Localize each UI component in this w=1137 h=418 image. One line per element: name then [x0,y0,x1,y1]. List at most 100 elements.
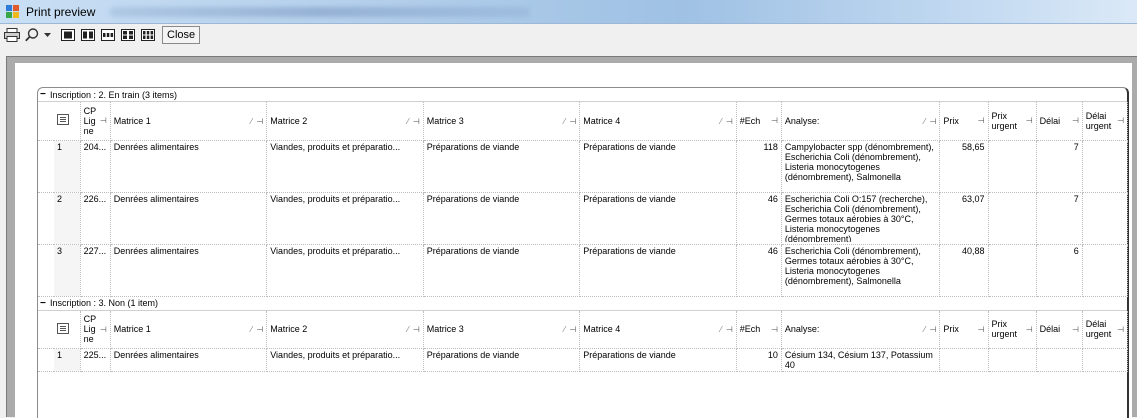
cell-analyse: Césium 134, Césium 137, Potassium 40 [781,348,941,372]
table-row[interactable]: 1 225... Denrées alimentaires Viandes, p… [38,348,1129,372]
pin-icon[interactable]: ⊣ [256,117,263,126]
row-number: 1 [54,348,81,372]
table-row[interactable]: 1 204... Denrées alimentaires Viandes, p… [38,140,1129,193]
row-number: 1 [54,140,81,193]
preview-area[interactable]: − Inscription : 2. En train (3 items) CP… [6,56,1137,418]
cell-matrice3: Préparations de viande [423,140,581,193]
column-header-row: CP Lig ne ⊣ Matrice 1 ⁄ ⊣ Matrice 2 ⁄ ⊣ Matri… [38,310,1129,349]
cell-matrice2: Viandes, produits et préparatio... [266,244,424,297]
cell-prix-urgent [988,348,1037,372]
title-bar: Print preview [0,0,1137,24]
column-header-row: CP Lig ne ⊣ Matrice 1 ⁄ ⊣ Matrice 2 ⁄ ⊣ Matri… [38,102,1129,141]
pin-icon[interactable]: ⊣ [1072,325,1079,334]
cell-matrice4: Préparations de viande [579,348,737,372]
pin-icon[interactable]: ⊣ [413,117,420,126]
col-header-nech[interactable]: #Ech ⊣ [736,310,782,349]
col-header-nech[interactable]: #Ech ⊣ [736,102,782,141]
column-chooser-icon[interactable] [57,114,70,126]
print-button[interactable] [3,26,21,44]
pin-icon[interactable]: ⊣ [771,116,778,125]
col-header-prix[interactable]: Prix ⊣ [939,310,989,349]
preview-page: − Inscription : 2. En train (3 items) CP… [15,63,1132,418]
col-header-prix[interactable]: Prix ⊣ [939,102,989,141]
pin-icon[interactable]: ⊣ [256,325,263,334]
cell-delai: 6 [1036,244,1083,297]
close-button[interactable]: Close [162,26,201,44]
zoom-button[interactable] [23,26,41,44]
col-header-matrice4[interactable]: Matrice 4 ⁄ ⊣ [579,310,737,349]
cell-prix: 40,88 [939,244,989,297]
col-header-cp[interactable]: CP Lig ne ⊣ [80,310,111,349]
table-row[interactable]: 3 227... Denrées alimentaires Viandes, p… [38,244,1129,297]
group-header[interactable]: − Inscription : 2. En train (3 items) [38,88,1127,102]
cell-matrice2: Viandes, produits et préparatio... [266,140,424,193]
one-page-icon [61,29,75,41]
col-header-matrice4[interactable]: Matrice 4 ⁄ ⊣ [579,102,737,141]
table-row[interactable]: 2 226... Denrées alimentaires Viandes, p… [38,192,1129,245]
one-page-button[interactable] [59,26,77,44]
pin-icon[interactable]: ⊣ [569,117,576,126]
col-header-matrice2[interactable]: Matrice 2 ⁄ ⊣ [266,310,424,349]
print-icon [4,28,20,42]
column-chooser-header[interactable] [54,310,81,349]
col-header-matrice2[interactable]: Matrice 2 ⁄ ⊣ [266,102,424,141]
collapse-icon[interactable]: − [40,298,50,309]
pin-icon[interactable]: ⊣ [413,325,420,334]
four-pages-button[interactable] [119,26,137,44]
group-header[interactable]: − Inscription : 3. Non (1 item) [38,297,1127,311]
cell-cp: 226... [80,192,111,245]
pin-icon[interactable]: ⊣ [100,325,107,334]
pin-icon[interactable]: ⊣ [726,117,733,126]
col-header-matrice3[interactable]: Matrice 3 ⁄ ⊣ [423,310,581,349]
col-header-matrice1[interactable]: Matrice 1 ⁄ ⊣ [110,310,268,349]
pin-icon[interactable]: ⊣ [929,325,936,334]
pin-icon[interactable]: ⊣ [1117,325,1124,334]
col-header-cp[interactable]: CP Lig ne ⊣ [80,102,111,141]
col-header-analyse[interactable]: Analyse: ⁄ ⊣ [781,310,941,349]
col-header-delai-urgent[interactable]: Délai urgent ⊣ [1082,310,1129,349]
collapse-icon[interactable]: − [40,89,50,100]
group-table: CP Lig ne ⊣ Matrice 1 ⁄ ⊣ Matrice 2 ⁄ ⊣ Matri… [38,310,1129,372]
pin-icon[interactable]: ⊣ [569,325,576,334]
six-pages-icon [141,29,155,41]
cell-matrice1: Denrées alimentaires [110,348,268,372]
cell-matrice1: Denrées alimentaires [110,244,268,297]
cell-delai-urgent [1082,244,1129,297]
col-header-prix-urgent[interactable]: Prix urgent ⊣ [988,102,1037,141]
two-pages-button[interactable] [79,26,97,44]
cell-matrice4: Préparations de viande [579,192,737,245]
three-pages-button[interactable] [99,26,117,44]
cell-delai-urgent [1082,140,1129,193]
pin-icon[interactable]: ⊣ [978,116,985,125]
resize-icon: ⁄ [720,116,722,126]
zoom-dropdown[interactable] [43,26,51,44]
col-header-prix-urgent[interactable]: Prix urgent ⊣ [988,310,1037,349]
pin-icon[interactable]: ⊣ [726,325,733,334]
col-header-delai[interactable]: Délai ⊣ [1036,102,1083,141]
resize-icon: ⁄ [407,325,409,335]
col-header-delai[interactable]: Délai ⊣ [1036,310,1083,349]
column-chooser-icon[interactable] [57,322,70,334]
pin-icon[interactable]: ⊣ [1026,325,1033,334]
column-chooser-header[interactable] [54,102,81,141]
pin-icon[interactable]: ⊣ [100,116,107,125]
pin-icon[interactable]: ⊣ [1117,116,1124,125]
resize-icon: ⁄ [407,116,409,126]
col-header-matrice1[interactable]: Matrice 1 ⁄ ⊣ [110,102,268,141]
blurred-title-region [110,7,530,17]
group-header-label: Inscription : 3. Non (1 item) [50,298,159,308]
cell-matrice3: Préparations de viande [423,244,581,297]
six-pages-button[interactable] [139,26,157,44]
col-header-analyse[interactable]: Analyse: ⁄ ⊣ [781,102,941,141]
col-header-matrice3[interactable]: Matrice 3 ⁄ ⊣ [423,102,581,141]
cell-matrice2: Viandes, produits et préparatio... [266,192,424,245]
col-header-delai-urgent[interactable]: Délai urgent ⊣ [1082,102,1129,141]
cell-nech: 10 [736,348,782,372]
pin-icon[interactable]: ⊣ [771,325,778,334]
pin-icon[interactable]: ⊣ [1072,116,1079,125]
cell-nech: 46 [736,244,782,297]
pin-icon[interactable]: ⊣ [1026,116,1033,125]
pin-icon[interactable]: ⊣ [978,325,985,334]
pin-icon[interactable]: ⊣ [929,117,936,126]
cell-cp: 227... [80,244,111,297]
